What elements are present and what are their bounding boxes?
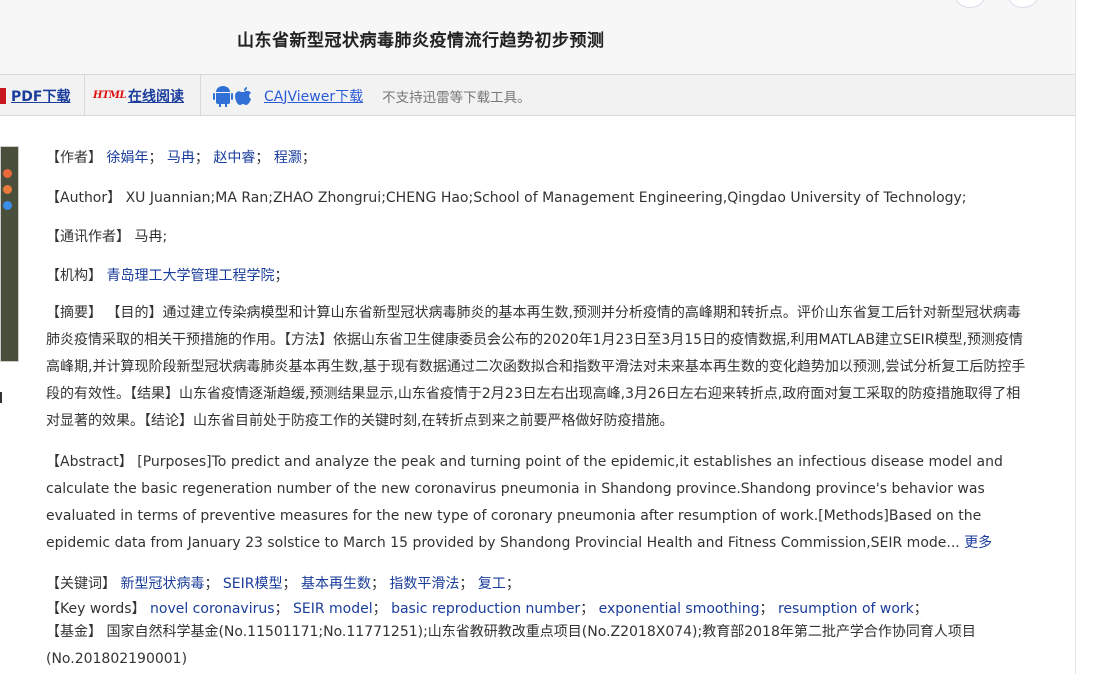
download-note: 不支持迅雷等下载工具。 (382, 89, 531, 106)
keyword-en-link[interactable]: novel coronavirus (150, 601, 275, 617)
keyword-en-link[interactable]: resumption of work (778, 601, 914, 617)
keyword-en-link[interactable]: exponential smoothing (599, 601, 760, 617)
authors-label: 【作者】 (46, 150, 102, 166)
circle-button-icon[interactable] (1008, 0, 1038, 8)
cajviewer-download-button[interactable]: CAJViewer下载 不支持迅雷等下载工具。 (213, 75, 531, 116)
download-toolbar: PDF下载 HTML 在线阅读 CAJViewer下载 不支持迅雷等下载工具。 (0, 74, 1075, 116)
pdf-download-label[interactable]: PDF下载 (11, 86, 70, 106)
cover-decoration (3, 201, 12, 210)
keyword-en-link[interactable]: SEIR model (293, 601, 373, 617)
keywords-en-label: 【Key words】 (46, 601, 146, 617)
institution-link[interactable]: 青岛理工大学管理工程学院 (106, 268, 274, 284)
author-en-text: XU Juannian;MA Ran;ZHAO Zhongrui;CHENG H… (125, 190, 967, 206)
abstract-en-text: [Purposes]To predict and analyze the pea… (46, 454, 1003, 551)
keyword-link[interactable]: 指数平滑法 (389, 576, 459, 592)
pdf-download-button[interactable]: PDF下载 (0, 75, 70, 116)
fund-text: 国家自然科学基金(No.11501171;No.11771251);山东省教研教… (46, 624, 976, 667)
article-panel: 山东省新型冠状病毒肺炎疫情流行趋势初步预测 PDF下载 HTML 在线阅读 CA… (0, 0, 1076, 674)
more-link[interactable]: 更多 (964, 535, 992, 551)
fund-label: 【基金】 (46, 624, 102, 640)
keyword-link[interactable]: 新型冠状病毒 (120, 576, 204, 592)
author-link[interactable]: 赵中睿 (213, 150, 255, 166)
cover-decoration (3, 169, 12, 178)
institution-row: 【机构】 青岛理工大学管理工程学院； (46, 268, 289, 284)
abstract-en-label: 【Abstract】 (46, 454, 133, 470)
title-area: 山东省新型冠状病毒肺炎疫情流行趋势初步预测 (0, 0, 1075, 74)
journal-cover-thumbnail[interactable] (0, 146, 19, 362)
abstract-cn: 【摘要】 【目的】通过建立传染病模型和计算山东省新型冠状病毒肺炎的基本再生数,预… (46, 300, 1026, 435)
authors-row: 【作者】 徐娟年； 马冉； 赵中睿； 程灏； (46, 150, 316, 166)
corresponding-label: 【通讯作者】 (46, 229, 130, 245)
html-icon: HTML (93, 90, 127, 101)
cajviewer-download-label[interactable]: CAJViewer下载 (264, 86, 363, 106)
keywords-row: 【关键词】 新型冠状病毒； SEIR模型； 基本再生数； 指数平滑法； 复工； (46, 576, 520, 592)
cover-decoration (3, 185, 12, 194)
toolbar-divider (84, 75, 85, 116)
fund-row: 【基金】 国家自然科学基金(No.11501171;No.11771251);山… (46, 619, 1026, 673)
keyword-link[interactable]: 基本再生数 (301, 576, 371, 592)
html-read-button[interactable]: HTML 在线阅读 (93, 75, 184, 116)
keywords-en-row: 【Key words】 novel coronavirus； SEIR mode… (46, 601, 928, 617)
author-en-label: 【Author】 (46, 190, 122, 206)
corresponding-author: 马冉; (134, 229, 168, 245)
abstract-en: 【Abstract】 [Purposes]To predict and anal… (46, 449, 1026, 557)
circle-button-icon[interactable] (955, 0, 985, 8)
keywords-label: 【关键词】 (46, 576, 116, 592)
corresponding-author-row: 【通讯作者】 马冉; (46, 226, 167, 246)
abstract-label: 【摘要】 (46, 305, 102, 321)
author-link[interactable]: 马冉 (167, 150, 195, 166)
toolbar-divider (200, 75, 201, 116)
android-apple-icon (213, 85, 251, 107)
page-title: 山东省新型冠状病毒肺炎疫情流行趋势初步预测 (237, 31, 605, 51)
pdf-icon (0, 87, 6, 104)
thumbnail-caption-mark (0, 392, 2, 403)
html-read-label[interactable]: 在线阅读 (128, 86, 184, 106)
author-en-row: 【Author】 XU Juannian;MA Ran;ZHAO Zhongru… (46, 187, 967, 207)
abstract-cn-text: 【目的】通过建立传染病模型和计算山东省新型冠状病毒肺炎的基本再生数,预测并分析疫… (46, 305, 1026, 429)
author-link[interactable]: 程灏 (274, 150, 302, 166)
keyword-link[interactable]: SEIR模型 (223, 576, 283, 592)
keyword-en-link[interactable]: basic reproduction number (391, 601, 580, 617)
author-link[interactable]: 徐娟年 (106, 150, 148, 166)
keyword-link[interactable]: 复工 (478, 576, 506, 592)
institution-label: 【机构】 (46, 268, 102, 284)
